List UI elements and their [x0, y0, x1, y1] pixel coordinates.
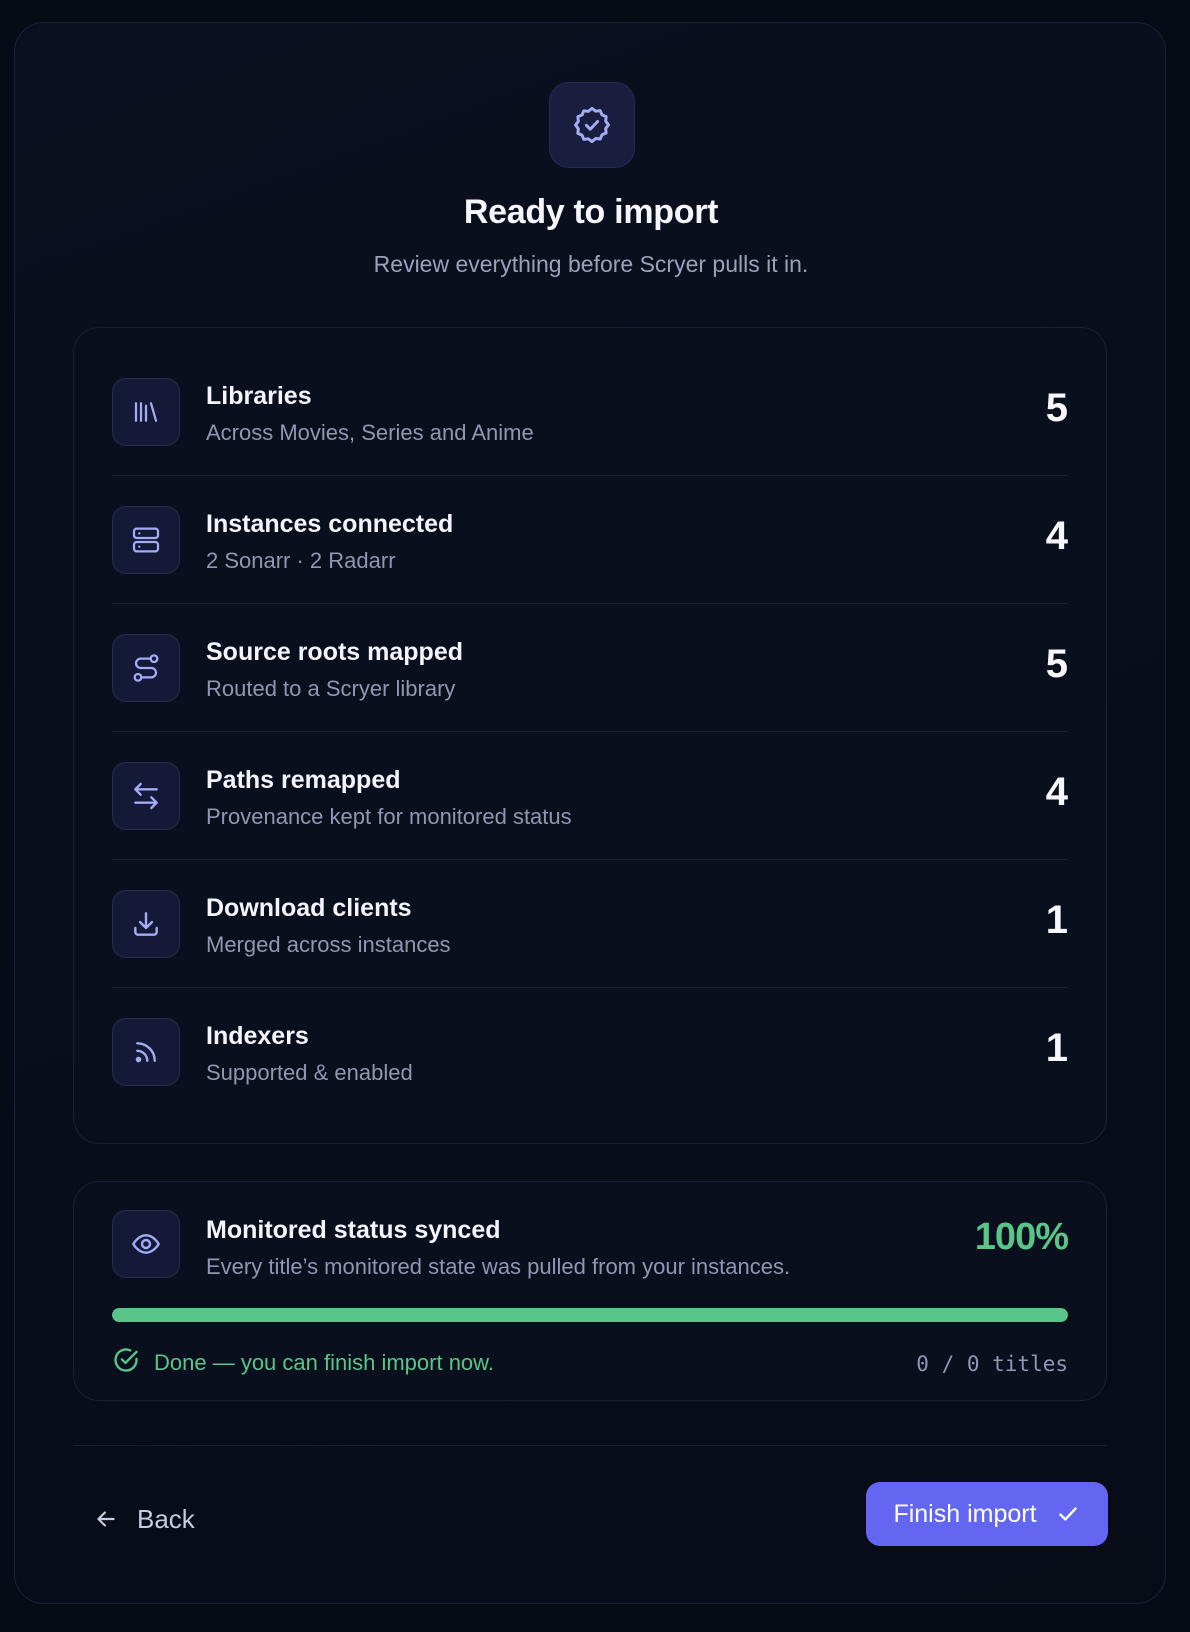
summary-row-download-clients: Download clients Merged across instances…	[112, 860, 1068, 988]
summary-count: 5	[1045, 386, 1068, 430]
check-circle-icon	[114, 1348, 138, 1372]
summary-row-source-roots: Source roots mapped Routed to a Scryer l…	[112, 604, 1068, 732]
summary-icon-box	[112, 762, 180, 830]
summary-icon-box	[112, 506, 180, 574]
sync-done-message: Done — you can finish import now.	[154, 1350, 494, 1375]
summary-icon-box	[112, 634, 180, 702]
finish-button-label: Finish import	[893, 1499, 1037, 1528]
sync-percent: 100%	[974, 1216, 1069, 1258]
summary-row-indexers: Indexers Supported & enabled 1	[112, 988, 1068, 1116]
summary-label: Paths remapped	[206, 766, 401, 794]
route-icon	[133, 654, 159, 682]
check-icon	[1058, 1507, 1077, 1521]
summary-row-instances: Instances connected 2 Sonarr · 2 Radarr …	[112, 476, 1068, 604]
sync-icon-box	[112, 1210, 180, 1278]
finish-import-button[interactable]: Finish import	[866, 1482, 1108, 1546]
arrows-swap-icon	[134, 782, 158, 810]
sync-description: Every title’s monitored state was pulled…	[206, 1254, 791, 1279]
monitored-sync-panel: Monitored status synced Every title’s mo…	[73, 1181, 1107, 1401]
summary-label: Source roots mapped	[206, 638, 463, 666]
eye-icon	[132, 1234, 160, 1254]
summary-count: 4	[1045, 514, 1068, 558]
summary-icon-box	[112, 378, 180, 446]
summary-list: Libraries Across Movies, Series and Anim…	[73, 327, 1107, 1144]
sync-label: Monitored status synced	[206, 1216, 501, 1244]
summary-label: Download clients	[206, 894, 412, 922]
summary-label: Libraries	[206, 382, 312, 410]
rss-icon	[135, 1042, 156, 1063]
summary-description: 2 Sonarr · 2 Radarr	[206, 548, 396, 573]
summary-count: 5	[1045, 642, 1068, 686]
summary-description: Merged across instances	[206, 932, 451, 957]
import-summary-card: Ready to import Review everything before…	[14, 22, 1166, 1604]
back-button[interactable]: Back	[93, 1497, 195, 1541]
summary-count: 4	[1045, 770, 1068, 814]
summary-description: Across Movies, Series and Anime	[206, 420, 534, 445]
library-icon	[134, 402, 158, 422]
summary-icon-box	[112, 1018, 180, 1086]
summary-count: 1	[1045, 1026, 1068, 1070]
summary-label: Instances connected	[206, 510, 454, 538]
page-subtitle: Review everything before Scryer pulls it…	[373, 251, 809, 277]
badge-check-icon	[574, 106, 610, 144]
titles-count: 0 / 0 titles	[916, 1352, 1068, 1376]
sync-progress-bar	[112, 1308, 1068, 1322]
summary-description: Routed to a Scryer library	[206, 676, 456, 701]
sync-progress-fill	[112, 1308, 1068, 1322]
server-icon	[132, 527, 160, 553]
arrow-left-icon	[97, 1511, 115, 1527]
page-title: Ready to import	[463, 193, 719, 231]
summary-icon-box	[112, 890, 180, 958]
summary-label: Indexers	[206, 1022, 309, 1050]
header-badge	[549, 82, 635, 168]
back-button-label: Back	[137, 1503, 195, 1534]
footer-divider	[73, 1445, 1107, 1446]
download-icon	[134, 912, 158, 936]
summary-row-libraries: Libraries Across Movies, Series and Anim…	[112, 348, 1068, 476]
summary-count: 1	[1045, 898, 1068, 942]
summary-description: Provenance kept for monitored status	[206, 804, 572, 829]
summary-row-paths: Paths remapped Provenance kept for monit…	[112, 732, 1068, 860]
summary-description: Supported & enabled	[206, 1060, 413, 1085]
